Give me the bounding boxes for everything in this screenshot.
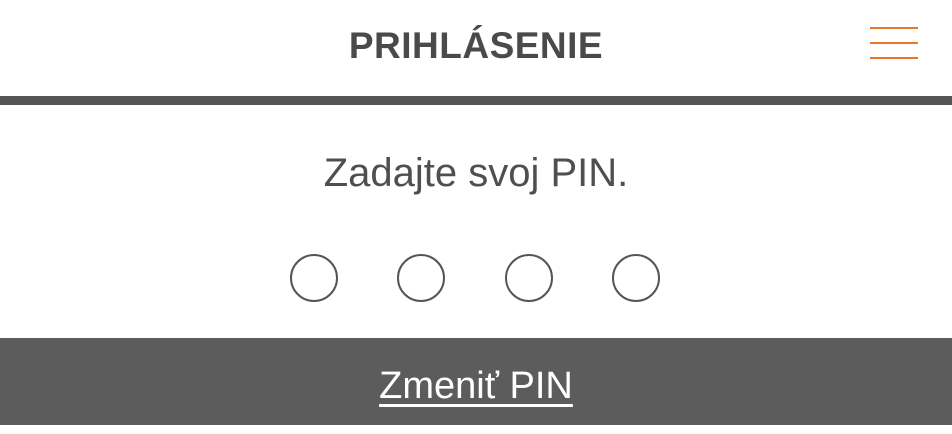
pin-digit-indicator-3 — [505, 254, 553, 302]
pin-digit-indicator-1 — [290, 254, 338, 302]
header-divider — [0, 96, 952, 105]
change-pin-link[interactable]: Zmeniť PIN — [0, 338, 952, 434]
hamburger-menu-icon-line — [870, 42, 918, 44]
hamburger-menu-icon-line — [870, 27, 918, 29]
pin-indicator — [0, 254, 952, 302]
hamburger-menu-icon-line — [870, 57, 918, 59]
pin-digit-indicator-2 — [397, 254, 445, 302]
footer-bar: Zmeniť PIN — [0, 338, 952, 425]
app-header: PRIHLÁSENIE — [0, 0, 952, 96]
pin-digit-indicator-4 — [612, 254, 660, 302]
menu-button[interactable] — [864, 22, 922, 66]
page-title: PRIHLÁSENIE — [348, 25, 604, 66]
pin-instruction: Zadajte svoj PIN. — [323, 151, 629, 195]
